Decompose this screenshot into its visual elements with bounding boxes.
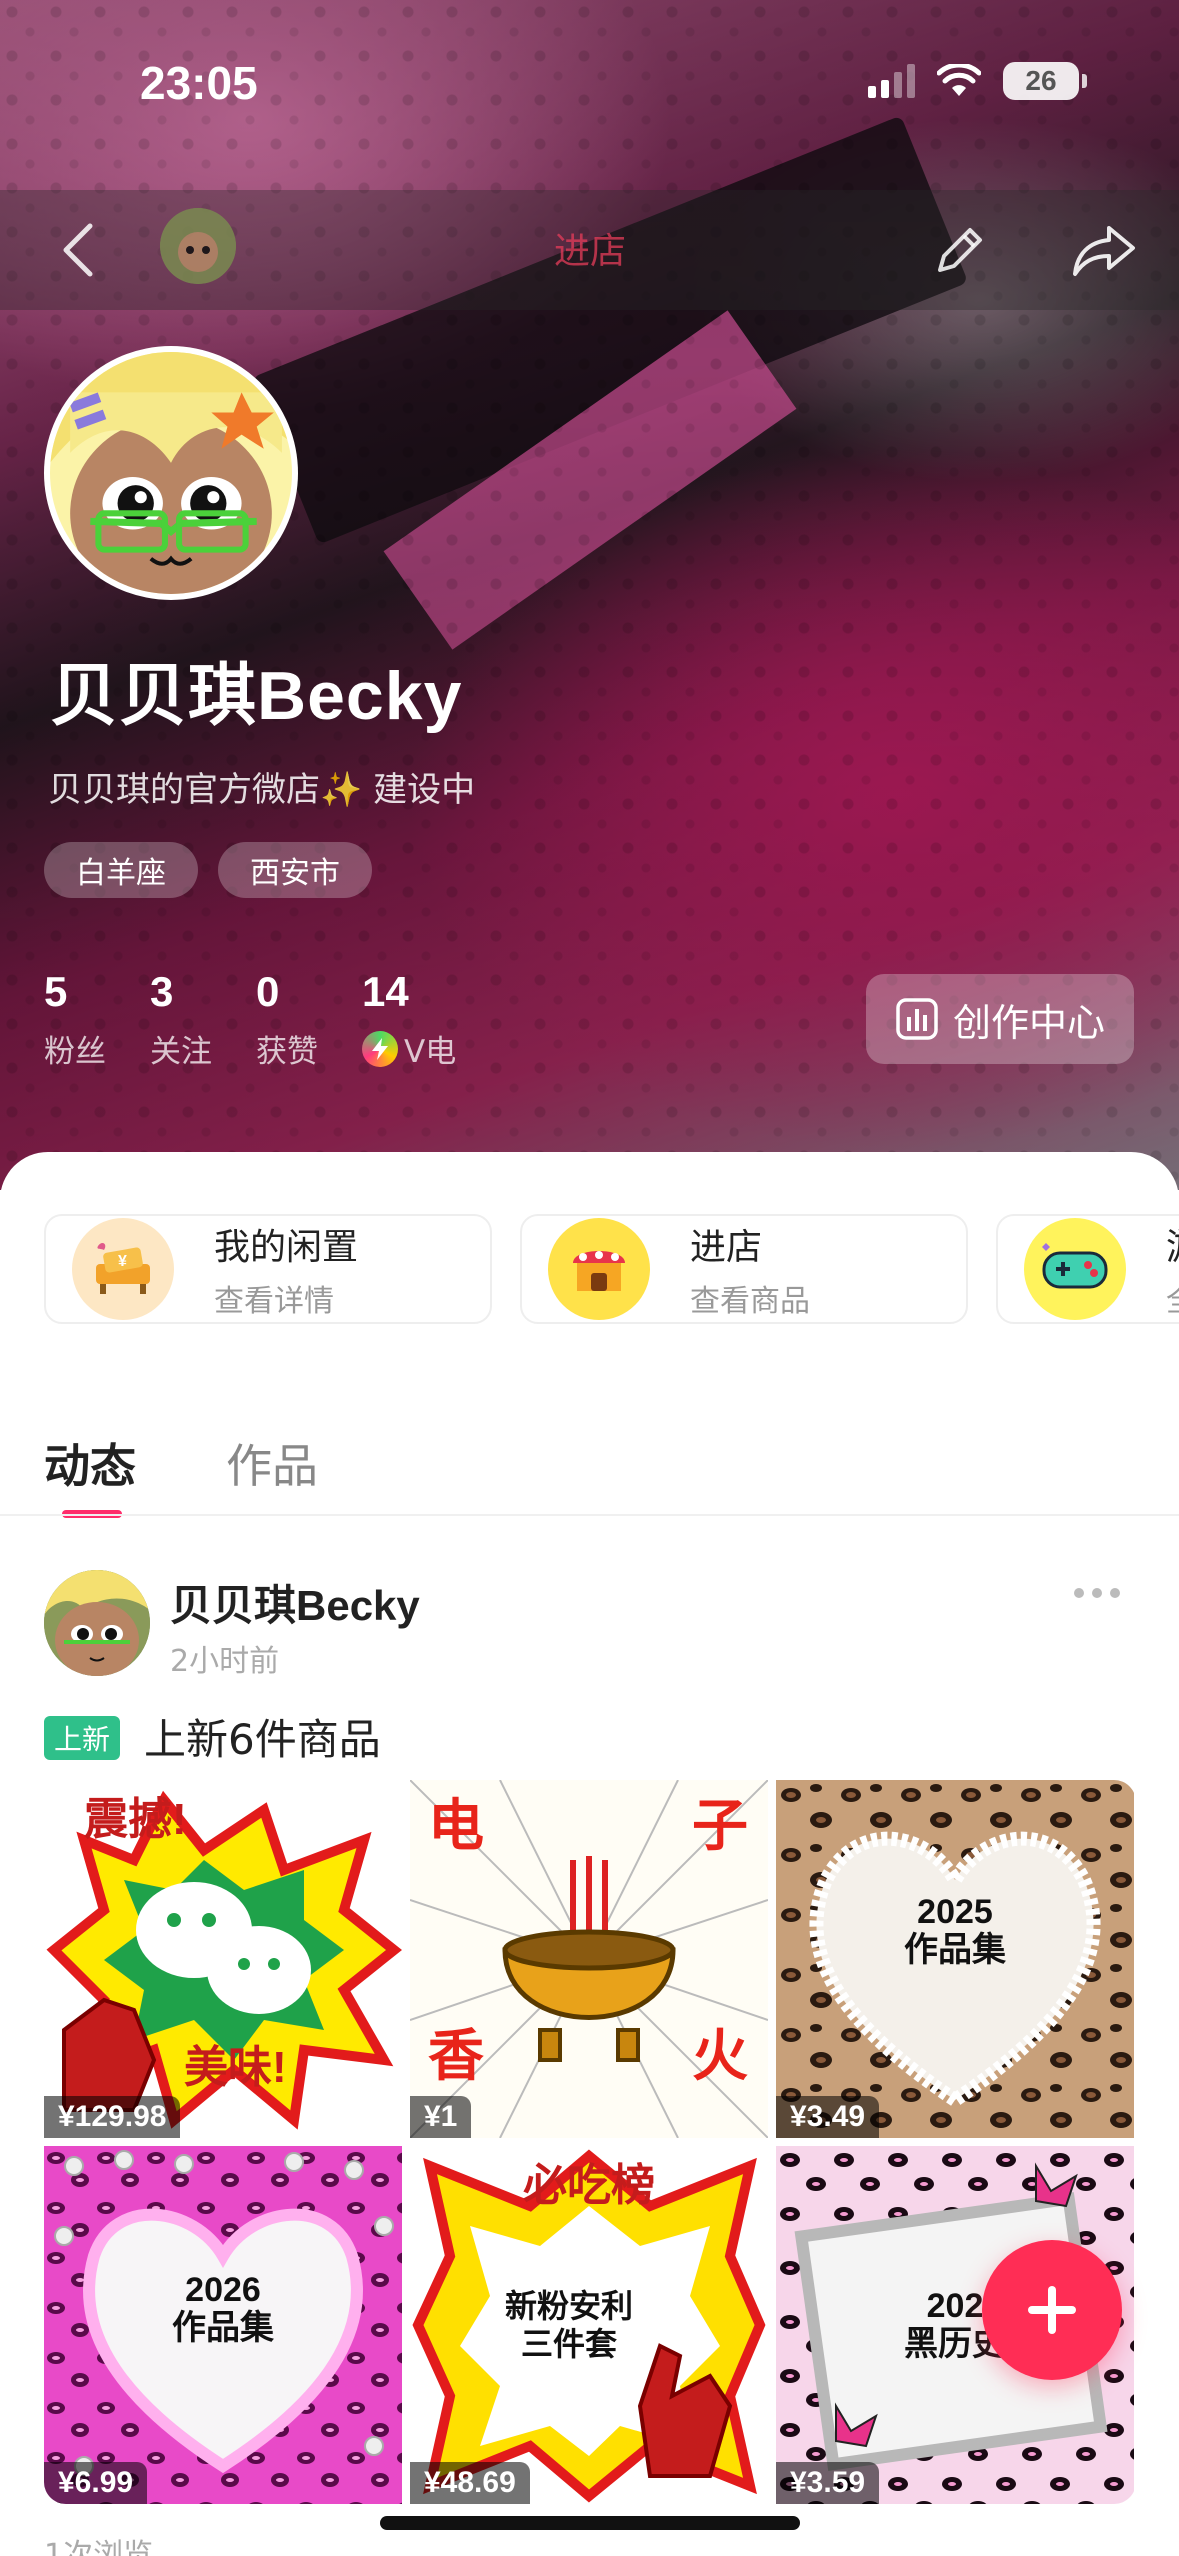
profile-tabs: 动态 作品 — [44, 1430, 318, 1518]
shortcut-subtitle: 查看商品 — [690, 1284, 810, 1319]
new-arrival-badge: 上新 — [44, 1716, 121, 1760]
status-time: 23:05 — [140, 57, 258, 109]
shortcut-title: 进店 — [690, 1227, 763, 1268]
product-title-line2: 作品集 — [172, 2309, 274, 2347]
nav-avatar[interactable] — [160, 208, 236, 284]
product-caption-bottom: 美味! — [184, 2043, 287, 2092]
product-char: 电 — [428, 1794, 484, 1857]
shortcut-games[interactable]: 游 全 — [996, 1214, 1179, 1324]
stat-value: 0 — [256, 968, 280, 1015]
product-caption-top: 震撼! — [84, 1795, 187, 1844]
shortcut-subtitle: 查看详情 — [214, 1284, 334, 1319]
status-icons: 26 — [868, 62, 1087, 100]
product-price: ¥129.98 — [44, 2096, 181, 2138]
product-title-line2: 三件套 — [520, 2326, 617, 2362]
shortcut-row: ¥ 我的闲置 查看详情 进店 查看商品 游 全 — [44, 1214, 1179, 1324]
bar-chart-icon — [896, 998, 938, 1040]
stat-label: 粉丝 — [44, 1034, 106, 1070]
plus-icon — [1028, 2286, 1076, 2334]
stat-likes[interactable]: 0 获赞 — [256, 968, 318, 1071]
pencil-icon — [938, 228, 982, 272]
nav-enter-shop-link[interactable]: 进店 — [520, 222, 660, 274]
shortcut-title: 游 — [1166, 1218, 1179, 1270]
product-char: 香 — [428, 2024, 484, 2087]
wifi-icon — [937, 64, 981, 96]
stat-v-power[interactable]: 14 V电 — [362, 968, 456, 1071]
creation-center-label: 创作中心 — [952, 1000, 1105, 1045]
stat-label-row: V电 — [362, 1026, 456, 1071]
product-title-line1: 2026 — [185, 2271, 261, 2309]
zodiac-tag: 白羊座 — [44, 842, 198, 898]
post-timestamp: 2小时前 — [170, 1644, 280, 1679]
location-tag: 西安市 — [218, 842, 372, 898]
shortcut-my-idle-items[interactable]: ¥ 我的闲置 查看详情 — [44, 1214, 492, 1324]
stat-label: 获赞 — [256, 1034, 318, 1070]
post-author-avatar[interactable] — [44, 1570, 150, 1676]
shortcut-title: 我的闲置 — [214, 1227, 359, 1268]
profile-avatar[interactable] — [44, 346, 298, 600]
stat-following[interactable]: 3 关注 — [150, 968, 212, 1071]
profile-tags: 白羊座 西安市 — [44, 842, 372, 898]
stat-followers[interactable]: 5 粉丝 — [44, 968, 106, 1071]
dot-icon — [1074, 1588, 1084, 1598]
lightning-icon — [362, 1030, 398, 1067]
stat-label: 关注 — [150, 1034, 212, 1070]
sofa-icon: ¥ — [72, 1218, 174, 1320]
chevron-left-icon — [63, 223, 93, 277]
post-author-name[interactable]: 贝贝琪Becky — [170, 1572, 420, 1633]
svg-text:¥: ¥ — [118, 1253, 127, 1270]
stat-value: 14 — [362, 968, 409, 1015]
share-arrow-icon — [1073, 226, 1135, 276]
cartoon-avatar-image — [50, 352, 292, 594]
product-title-line1: 新粉安利 — [504, 2288, 633, 2324]
top-nav-bar: 进店 — [0, 190, 1179, 310]
creation-center-button[interactable]: 创作中心 — [866, 974, 1134, 1064]
more-options-button[interactable] — [1074, 1588, 1120, 1598]
product-item[interactable]: 2025 作品集 ¥3.49 — [776, 1780, 1134, 2138]
product-price: ¥3.59 — [776, 2462, 880, 2504]
create-post-button[interactable] — [982, 2240, 1122, 2380]
product-char: 火 — [692, 2024, 748, 2087]
dot-icon — [1110, 1588, 1120, 1598]
shortcut-subtitle: 全 — [1166, 1276, 1179, 1320]
game-controller-icon — [1024, 1218, 1126, 1320]
shortcut-enter-shop[interactable]: 进店 查看商品 — [520, 1214, 968, 1324]
profile-bio: 贝贝琪的官方微店✨ 建设中 — [48, 770, 476, 810]
profile-stats: 5 粉丝 3 关注 0 获赞 14 V电 — [44, 968, 500, 1071]
back-button[interactable] — [40, 212, 116, 288]
edit-button[interactable] — [922, 212, 998, 288]
product-item[interactable]: 2026 作品集 ¥6.99 — [44, 2146, 402, 2504]
cellular-signal-icon — [868, 64, 915, 98]
share-button[interactable] — [1064, 212, 1144, 288]
profile-header-background: 23:05 26 进店 贝贝琪Becky 贝贝琪的官方微店✨ 建设中 白羊座 西… — [0, 0, 1179, 1190]
home-indicator[interactable] — [380, 2516, 800, 2530]
product-item[interactable]: 震撼! 美味! ¥129.98 — [44, 1780, 402, 2138]
tab-divider — [0, 1514, 1179, 1516]
stat-value: 5 — [44, 968, 68, 1015]
tab-feed[interactable]: 动态 — [44, 1430, 136, 1518]
product-title-line2: 作品集 — [904, 1931, 1006, 1969]
stat-label: V电 — [404, 1034, 457, 1070]
tab-works[interactable]: 作品 — [226, 1430, 318, 1510]
product-price: ¥3.49 — [776, 2096, 880, 2138]
view-count: 1次浏览 — [44, 2538, 154, 2556]
battery-indicator: 26 — [1003, 62, 1087, 100]
product-item[interactable]: 电 子 香 火 ¥1 — [410, 1780, 768, 2138]
profile-username: 贝贝琪Becky — [50, 658, 463, 734]
product-title-line1: 2025 — [917, 1893, 993, 1931]
post-text: 上新6件商品 — [144, 1715, 381, 1764]
product-caption-top: 必吃榜 — [523, 2161, 655, 2210]
product-grid: 震撼! 美味! ¥129.98 电 子 香 火 ¥1 2025 作品集 ¥3.4… — [44, 1780, 1136, 2504]
product-char: 子 — [692, 1794, 748, 1857]
dot-icon — [1092, 1588, 1102, 1598]
product-price: ¥1 — [410, 2096, 472, 2138]
product-price: ¥48.69 — [410, 2462, 530, 2504]
product-item[interactable]: 必吃榜 新粉安利 三件套 ¥48.69 — [410, 2146, 768, 2504]
shop-icon — [548, 1218, 650, 1320]
product-price: ¥6.99 — [44, 2462, 148, 2504]
stat-value: 3 — [150, 968, 174, 1015]
